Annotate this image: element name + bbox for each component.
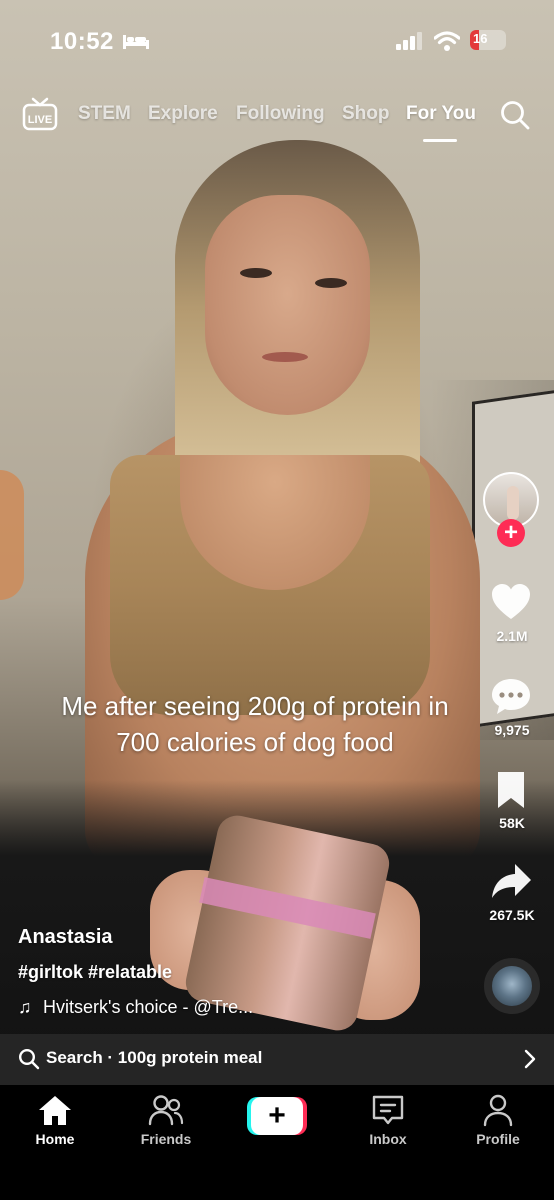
sleep-focus-icon [123,35,149,49]
tab-explore[interactable]: Explore [148,103,218,125]
person-mouth [262,352,308,362]
tab-profile-label: Profile [476,1131,520,1147]
profile-icon [483,1094,513,1127]
tab-home-label: Home [35,1131,75,1147]
music-track-title: Hvitserk's choice - @Tre... [43,997,254,1017]
battery-percent: 16 [473,31,488,46]
tab-for-you[interactable]: For You [406,103,476,125]
live-button[interactable]: LIVE [22,97,58,131]
search-icon [501,101,530,130]
avatar-figure [507,486,519,520]
comment-icon[interactable] [489,675,533,719]
tab-friends-label: Friends [140,1131,192,1147]
video-hashtags[interactable]: #girltok #relatable [18,962,172,983]
top-navigation: LIVE STEM Explore Following Shop For You [0,95,554,145]
person-eye-right [315,278,347,288]
music-track[interactable]: ♫ Hvitserk's choice - @Tre... [18,997,253,1018]
search-icon [18,1048,40,1070]
person-eye-left [240,268,272,278]
video-caption-overlay: Me after seeing 200g of protein in 700 c… [61,691,449,757]
create-button[interactable]: + [247,1097,307,1135]
search-button[interactable] [499,99,531,131]
status-bar: 10:52 16 [0,0,554,84]
tab-following[interactable]: Following [236,103,325,125]
bookmark-icon[interactable] [489,768,533,812]
like-heart-icon[interactable] [489,580,533,624]
like-count: 2.1M [496,628,528,644]
save-count: 58K [499,815,525,831]
share-icon[interactable] [489,860,533,904]
side-object [0,470,24,600]
tab-profile[interactable]: Profile [453,1093,543,1147]
creator-username[interactable]: Anastasia [18,926,113,949]
comment-count: 9,975 [494,722,530,738]
search-suggestion-bar[interactable]: Search · 100g protein meal [0,1034,554,1085]
inbox-icon [372,1095,404,1125]
tab-inbox[interactable]: Inbox [343,1093,433,1147]
chevron-right-icon [524,1049,536,1069]
live-label: LIVE [28,114,52,126]
active-tab-indicator [423,139,457,142]
tab-home[interactable]: Home [10,1093,100,1147]
share-count: 267.5K [489,907,535,923]
live-tv-icon: LIVE [22,97,58,131]
music-disc[interactable] [484,958,540,1014]
friends-icon [148,1095,184,1126]
tab-friends[interactable]: Friends [121,1093,211,1147]
tab-stem[interactable]: STEM [78,103,131,125]
home-icon [39,1096,71,1125]
battery-icon: 16 [470,30,506,50]
music-note-icon: ♫ [18,997,32,1017]
tab-inbox-label: Inbox [369,1131,407,1147]
search-suggestion-text: Search · 100g protein meal [46,1048,263,1067]
tab-shop[interactable]: Shop [342,103,390,125]
follow-button[interactable]: + [497,519,525,547]
bottom-tab-bar: Home Friends + Inbox Profile [0,1085,554,1200]
plus-icon: + [251,1097,303,1135]
wifi-icon [434,31,460,51]
person-face [205,195,370,415]
cellular-signal-icon [396,32,422,50]
status-time: 10:52 [50,28,114,55]
